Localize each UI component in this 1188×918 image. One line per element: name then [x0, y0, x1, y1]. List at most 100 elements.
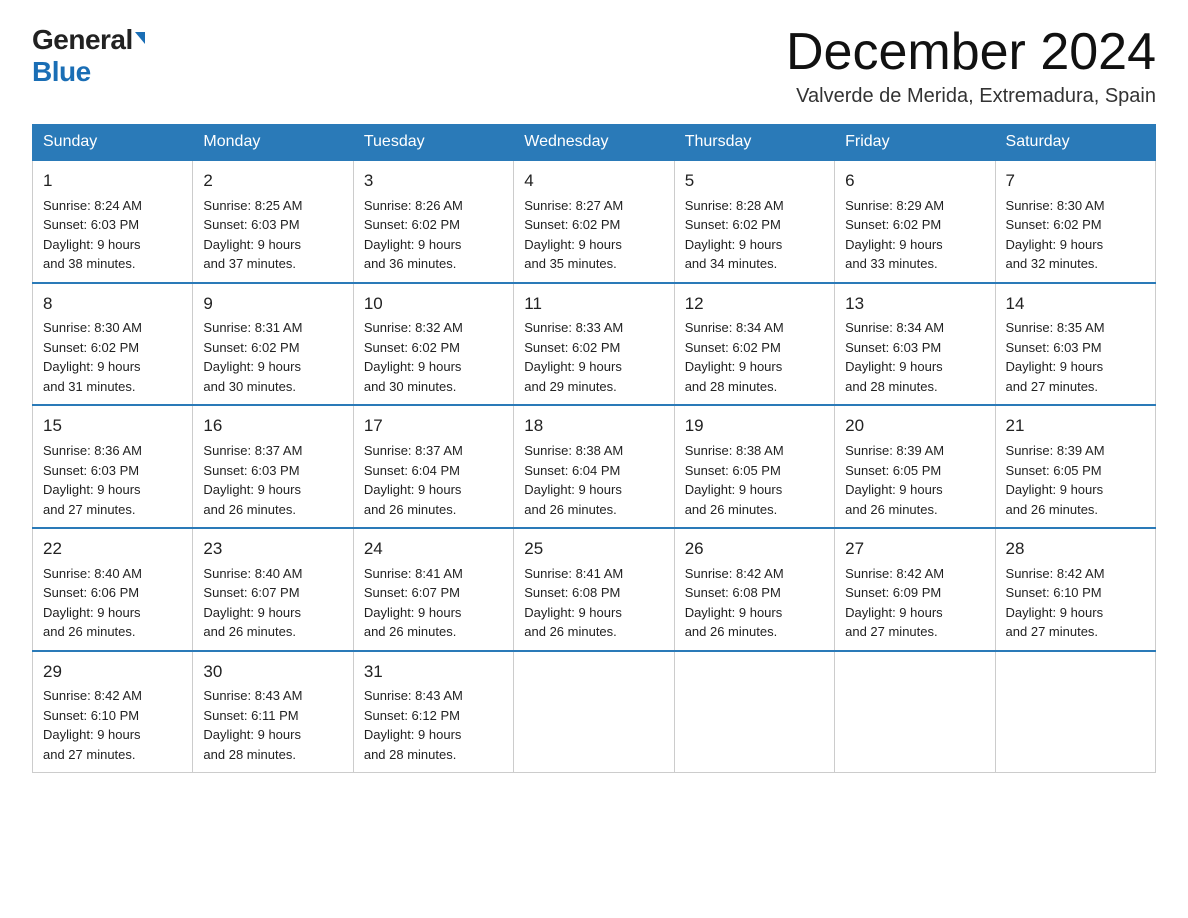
day-number: 11	[524, 292, 663, 317]
day-info: Sunrise: 8:34 AMSunset: 6:02 PMDaylight:…	[685, 318, 824, 396]
day-info: Sunrise: 8:38 AMSunset: 6:04 PMDaylight:…	[524, 441, 663, 519]
title-area: December 2024 Valverde de Merida, Extrem…	[786, 24, 1156, 108]
calendar-cell: 10Sunrise: 8:32 AMSunset: 6:02 PMDayligh…	[353, 283, 513, 406]
day-info: Sunrise: 8:30 AMSunset: 6:02 PMDaylight:…	[1006, 196, 1145, 274]
day-info: Sunrise: 8:33 AMSunset: 6:02 PMDaylight:…	[524, 318, 663, 396]
day-number: 10	[364, 292, 503, 317]
day-number: 17	[364, 414, 503, 439]
logo-blue-text: Blue	[32, 56, 91, 88]
calendar-cell: 8Sunrise: 8:30 AMSunset: 6:02 PMDaylight…	[33, 283, 193, 406]
day-info: Sunrise: 8:34 AMSunset: 6:03 PMDaylight:…	[845, 318, 984, 396]
weekday-header-thursday: Thursday	[674, 125, 834, 161]
day-number: 13	[845, 292, 984, 317]
day-number: 22	[43, 537, 182, 562]
day-number: 15	[43, 414, 182, 439]
day-info: Sunrise: 8:29 AMSunset: 6:02 PMDaylight:…	[845, 196, 984, 274]
page-header: General Blue December 2024 Valverde de M…	[32, 24, 1156, 108]
day-number: 4	[524, 169, 663, 194]
calendar-cell: 16Sunrise: 8:37 AMSunset: 6:03 PMDayligh…	[193, 405, 353, 528]
day-number: 30	[203, 660, 342, 685]
day-info: Sunrise: 8:25 AMSunset: 6:03 PMDaylight:…	[203, 196, 342, 274]
week-row-1: 1Sunrise: 8:24 AMSunset: 6:03 PMDaylight…	[33, 160, 1156, 283]
calendar-cell: 19Sunrise: 8:38 AMSunset: 6:05 PMDayligh…	[674, 405, 834, 528]
day-number: 31	[364, 660, 503, 685]
day-number: 14	[1006, 292, 1145, 317]
calendar-cell: 26Sunrise: 8:42 AMSunset: 6:08 PMDayligh…	[674, 528, 834, 651]
weekday-header-row: SundayMondayTuesdayWednesdayThursdayFrid…	[33, 125, 1156, 161]
calendar-cell: 14Sunrise: 8:35 AMSunset: 6:03 PMDayligh…	[995, 283, 1155, 406]
day-info: Sunrise: 8:42 AMSunset: 6:08 PMDaylight:…	[685, 564, 824, 642]
calendar-cell: 22Sunrise: 8:40 AMSunset: 6:06 PMDayligh…	[33, 528, 193, 651]
day-number: 2	[203, 169, 342, 194]
calendar-cell: 9Sunrise: 8:31 AMSunset: 6:02 PMDaylight…	[193, 283, 353, 406]
day-number: 21	[1006, 414, 1145, 439]
day-info: Sunrise: 8:28 AMSunset: 6:02 PMDaylight:…	[685, 196, 824, 274]
calendar-cell: 17Sunrise: 8:37 AMSunset: 6:04 PMDayligh…	[353, 405, 513, 528]
location-subtitle: Valverde de Merida, Extremadura, Spain	[786, 85, 1156, 108]
calendar-cell	[835, 651, 995, 773]
day-number: 29	[43, 660, 182, 685]
calendar-cell: 18Sunrise: 8:38 AMSunset: 6:04 PMDayligh…	[514, 405, 674, 528]
calendar-cell: 13Sunrise: 8:34 AMSunset: 6:03 PMDayligh…	[835, 283, 995, 406]
day-info: Sunrise: 8:31 AMSunset: 6:02 PMDaylight:…	[203, 318, 342, 396]
weekday-header-wednesday: Wednesday	[514, 125, 674, 161]
calendar-cell	[674, 651, 834, 773]
day-info: Sunrise: 8:38 AMSunset: 6:05 PMDaylight:…	[685, 441, 824, 519]
calendar-cell: 24Sunrise: 8:41 AMSunset: 6:07 PMDayligh…	[353, 528, 513, 651]
calendar-cell: 2Sunrise: 8:25 AMSunset: 6:03 PMDaylight…	[193, 160, 353, 283]
day-info: Sunrise: 8:40 AMSunset: 6:07 PMDaylight:…	[203, 564, 342, 642]
day-number: 8	[43, 292, 182, 317]
logo-general-text: General	[32, 24, 133, 56]
day-info: Sunrise: 8:35 AMSunset: 6:03 PMDaylight:…	[1006, 318, 1145, 396]
day-info: Sunrise: 8:42 AMSunset: 6:10 PMDaylight:…	[1006, 564, 1145, 642]
month-title: December 2024	[786, 24, 1156, 81]
day-number: 25	[524, 537, 663, 562]
day-info: Sunrise: 8:36 AMSunset: 6:03 PMDaylight:…	[43, 441, 182, 519]
calendar-cell: 20Sunrise: 8:39 AMSunset: 6:05 PMDayligh…	[835, 405, 995, 528]
day-info: Sunrise: 8:42 AMSunset: 6:09 PMDaylight:…	[845, 564, 984, 642]
logo-arrow-icon	[135, 32, 145, 44]
week-row-3: 15Sunrise: 8:36 AMSunset: 6:03 PMDayligh…	[33, 405, 1156, 528]
day-number: 7	[1006, 169, 1145, 194]
weekday-header-monday: Monday	[193, 125, 353, 161]
day-info: Sunrise: 8:40 AMSunset: 6:06 PMDaylight:…	[43, 564, 182, 642]
calendar-cell: 21Sunrise: 8:39 AMSunset: 6:05 PMDayligh…	[995, 405, 1155, 528]
logo: General Blue	[32, 24, 145, 88]
week-row-4: 22Sunrise: 8:40 AMSunset: 6:06 PMDayligh…	[33, 528, 1156, 651]
calendar-cell: 7Sunrise: 8:30 AMSunset: 6:02 PMDaylight…	[995, 160, 1155, 283]
weekday-header-sunday: Sunday	[33, 125, 193, 161]
day-number: 9	[203, 292, 342, 317]
calendar-cell: 3Sunrise: 8:26 AMSunset: 6:02 PMDaylight…	[353, 160, 513, 283]
calendar-cell: 25Sunrise: 8:41 AMSunset: 6:08 PMDayligh…	[514, 528, 674, 651]
weekday-header-tuesday: Tuesday	[353, 125, 513, 161]
week-row-2: 8Sunrise: 8:30 AMSunset: 6:02 PMDaylight…	[33, 283, 1156, 406]
day-info: Sunrise: 8:43 AMSunset: 6:12 PMDaylight:…	[364, 686, 503, 764]
day-info: Sunrise: 8:39 AMSunset: 6:05 PMDaylight:…	[845, 441, 984, 519]
day-info: Sunrise: 8:37 AMSunset: 6:04 PMDaylight:…	[364, 441, 503, 519]
day-info: Sunrise: 8:37 AMSunset: 6:03 PMDaylight:…	[203, 441, 342, 519]
calendar-cell: 23Sunrise: 8:40 AMSunset: 6:07 PMDayligh…	[193, 528, 353, 651]
day-info: Sunrise: 8:43 AMSunset: 6:11 PMDaylight:…	[203, 686, 342, 764]
calendar-cell: 30Sunrise: 8:43 AMSunset: 6:11 PMDayligh…	[193, 651, 353, 773]
calendar-cell: 4Sunrise: 8:27 AMSunset: 6:02 PMDaylight…	[514, 160, 674, 283]
day-number: 19	[685, 414, 824, 439]
calendar-cell: 5Sunrise: 8:28 AMSunset: 6:02 PMDaylight…	[674, 160, 834, 283]
day-number: 12	[685, 292, 824, 317]
day-info: Sunrise: 8:27 AMSunset: 6:02 PMDaylight:…	[524, 196, 663, 274]
day-number: 27	[845, 537, 984, 562]
calendar-cell: 1Sunrise: 8:24 AMSunset: 6:03 PMDaylight…	[33, 160, 193, 283]
day-number: 20	[845, 414, 984, 439]
day-number: 23	[203, 537, 342, 562]
day-number: 16	[203, 414, 342, 439]
weekday-header-saturday: Saturday	[995, 125, 1155, 161]
calendar-cell	[514, 651, 674, 773]
calendar-cell: 27Sunrise: 8:42 AMSunset: 6:09 PMDayligh…	[835, 528, 995, 651]
calendar-cell: 6Sunrise: 8:29 AMSunset: 6:02 PMDaylight…	[835, 160, 995, 283]
day-number: 6	[845, 169, 984, 194]
day-info: Sunrise: 8:30 AMSunset: 6:02 PMDaylight:…	[43, 318, 182, 396]
day-info: Sunrise: 8:41 AMSunset: 6:08 PMDaylight:…	[524, 564, 663, 642]
day-info: Sunrise: 8:41 AMSunset: 6:07 PMDaylight:…	[364, 564, 503, 642]
calendar-cell: 12Sunrise: 8:34 AMSunset: 6:02 PMDayligh…	[674, 283, 834, 406]
day-info: Sunrise: 8:24 AMSunset: 6:03 PMDaylight:…	[43, 196, 182, 274]
day-number: 24	[364, 537, 503, 562]
